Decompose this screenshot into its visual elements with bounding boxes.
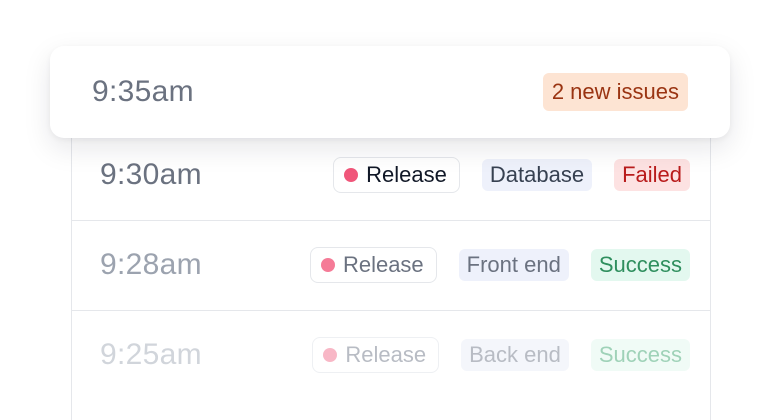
deployment-list: 9:30am Release Database Failed 9:28am Re… [71,130,711,420]
row-tags: Release Front end Success [309,247,690,283]
status-dot-icon [344,168,359,182]
release-tag[interactable]: Release [312,337,440,373]
release-label: Release [342,252,424,277]
list-item[interactable]: 9:28am Release Front end Success [72,220,710,311]
status-dot-icon [323,348,338,362]
status-dot-icon [320,258,335,272]
card-time: 9:35am [92,75,194,108]
category-badge: Back end [461,339,569,371]
row-time: 9:30am [100,158,202,191]
new-issues-badge[interactable]: 2 new issues [542,73,688,111]
release-label: Release [345,342,427,367]
status-badge: Failed [614,159,690,191]
category-badge: Front end [458,249,569,281]
status-badge: Success [590,339,690,371]
row-time: 9:25am [100,338,202,371]
row-tags: Release Database Failed [333,157,690,193]
list-item[interactable]: 9:30am Release Database Failed [72,130,710,221]
row-tags: Release Back end Success [312,337,690,373]
release-tag[interactable]: Release [333,157,460,193]
notification-card[interactable]: 9:35am 2 new issues [50,46,730,138]
release-tag[interactable]: Release [309,247,437,283]
row-time: 9:28am [100,248,202,281]
category-badge: Database [481,159,593,191]
release-label: Release [366,162,447,187]
list-item[interactable]: 9:25am Release Back end Success [72,310,710,400]
status-badge: Success [590,249,690,281]
